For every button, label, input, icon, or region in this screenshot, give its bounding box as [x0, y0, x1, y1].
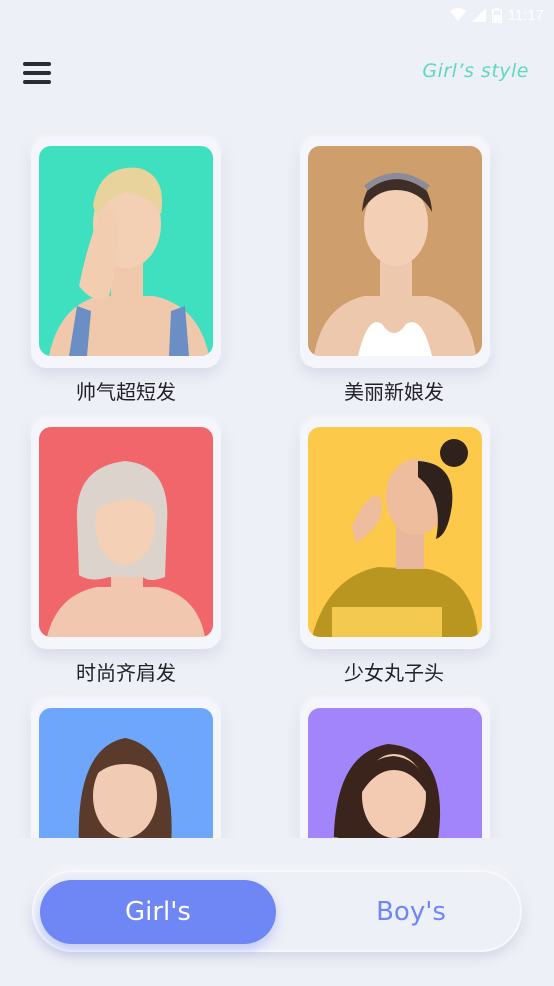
style-photo — [39, 708, 213, 838]
style-label: 美丽新娘发 — [344, 380, 444, 404]
status-time: 11:17 — [507, 6, 544, 24]
style-card-long-straight[interactable] — [31, 700, 221, 838]
wifi-icon — [449, 8, 466, 22]
style-photo — [39, 146, 213, 356]
style-card-half-up[interactable] — [300, 700, 490, 838]
battery-icon — [491, 7, 502, 23]
style-photo — [308, 146, 482, 356]
style-card-short-hair[interactable] — [31, 138, 221, 368]
status-bar: 11:17 — [0, 0, 554, 30]
style-label: 少女丸子头 — [344, 661, 444, 685]
style-card-bridal-hair[interactable] — [300, 138, 490, 368]
page-title: Girl’s style — [422, 60, 529, 82]
style-card-bun[interactable] — [300, 419, 490, 649]
style-grid: 帅气超短发 美丽新娘发 时尚齐肩发 少女丸子头 — [0, 128, 554, 838]
signal-icon — [471, 8, 486, 22]
style-photo — [308, 708, 482, 838]
style-label: 帅气超短发 — [76, 380, 176, 404]
style-card-shoulder-bob[interactable] — [31, 419, 221, 649]
tab-girls[interactable]: Girl's — [40, 880, 276, 944]
tab-boys[interactable]: Boy's — [300, 880, 522, 944]
style-photo — [308, 427, 482, 637]
style-label: 时尚齐肩发 — [76, 661, 176, 685]
style-photo — [39, 427, 213, 637]
hamburger-menu-icon[interactable] — [23, 60, 51, 86]
